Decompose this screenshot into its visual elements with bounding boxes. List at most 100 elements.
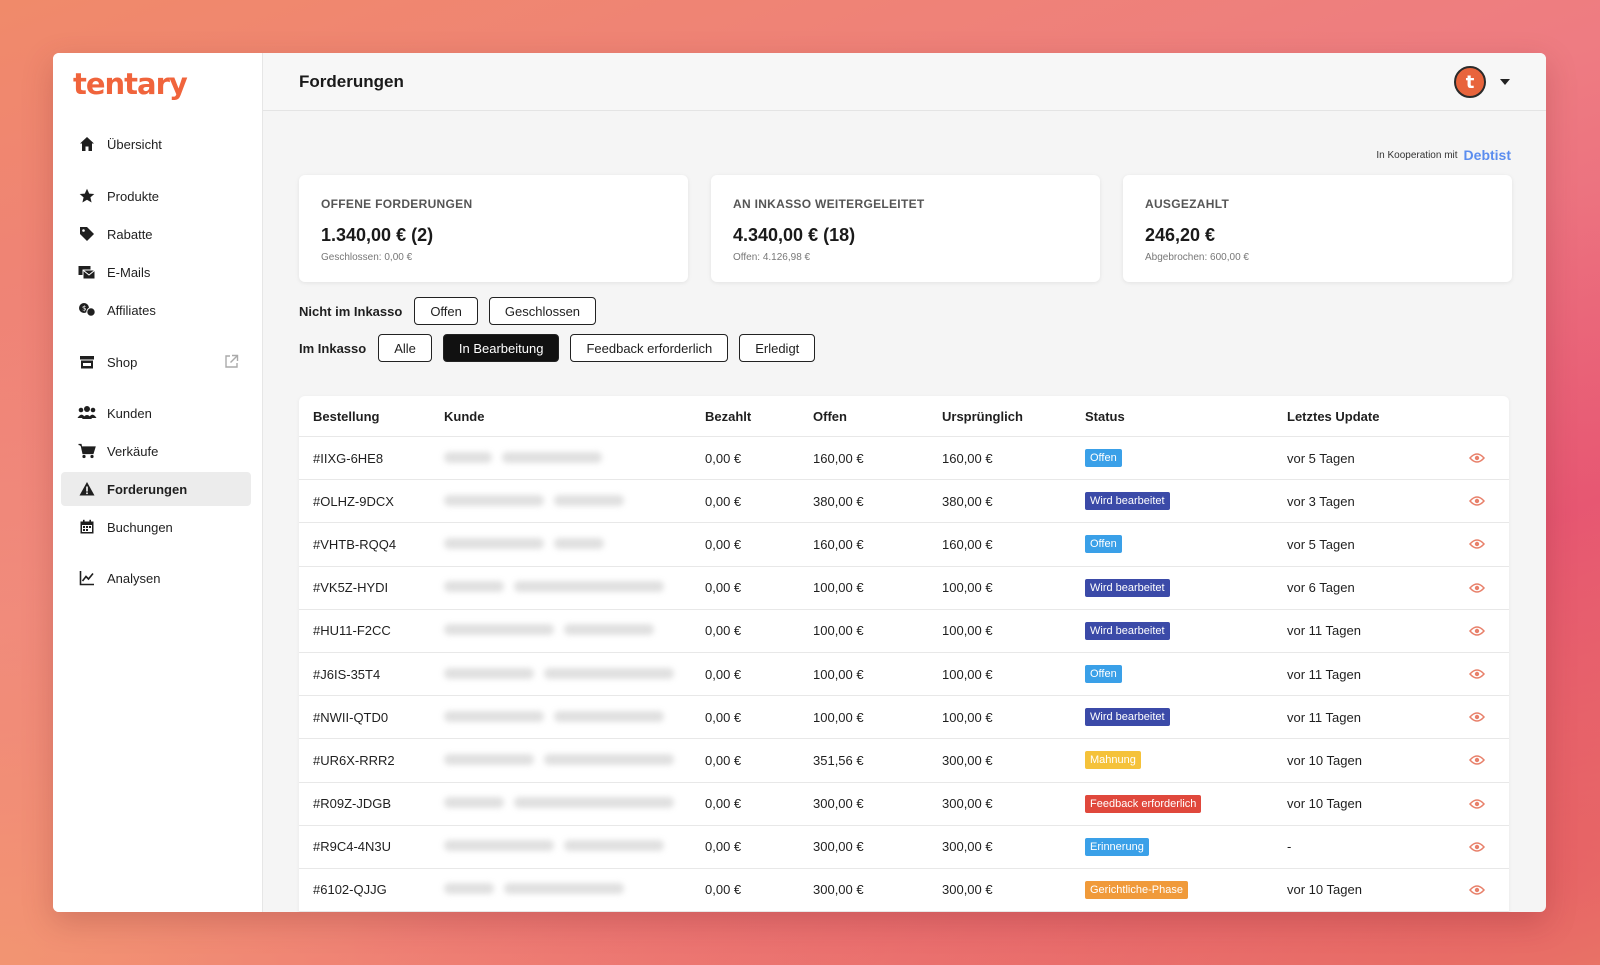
card-value: 246,20 €	[1145, 225, 1216, 245]
status-badge: Wird bearbeitet	[1085, 578, 1170, 597]
order-id[interactable]: #J6IS-35T4	[299, 667, 444, 682]
table-row[interactable]: #J6IS-35T4 0,00 € 100,00 € 100,00 € Offen vor…	[299, 653, 1509, 697]
card-subtext: Abgebrochen: 600,00 €	[1145, 252, 1249, 263]
sidebar-item-analysen[interactable]: Analysen	[61, 561, 251, 595]
table-row[interactable]: #HU11-F2CC 0,00 € 100,00 € 100,00 € Wird bea…	[299, 610, 1509, 653]
column-header[interactable]: Letztes Update	[1287, 409, 1447, 424]
card-paid-out: AUSGEZAHLT 246,20 € Abgebrochen: 600,00 …	[1123, 175, 1512, 282]
eye-icon[interactable]	[1447, 625, 1507, 637]
app-window: tentary Übersicht Produkte Rabatte E-Mai…	[53, 53, 1546, 912]
last-update: vor 10 Tagen	[1287, 752, 1362, 768]
external-link-icon[interactable]	[224, 354, 239, 372]
home-icon	[67, 136, 107, 152]
table-row[interactable]: #VHTB-RQQ4 0,00 € 160,00 € 160,00 € Offen vor…	[299, 523, 1509, 567]
last-update: vor 5 Tagen	[1287, 536, 1355, 552]
filter-chip-in-bearbeitung[interactable]: In Bearbeitung	[442, 334, 560, 362]
status-badge: Offen	[1085, 665, 1122, 684]
order-id[interactable]: #VK5Z-HYDI	[299, 580, 444, 595]
sidebar-item-shop[interactable]: Shop	[61, 345, 251, 379]
sidebar-item-buchungen[interactable]: Buchungen	[61, 510, 251, 544]
cart-icon	[67, 443, 107, 459]
column-header[interactable]: Bestellung	[299, 409, 444, 424]
filter-chip-feedback-erforderlich[interactable]: Feedback erforderlich	[570, 334, 729, 362]
eye-icon[interactable]	[1447, 538, 1507, 550]
order-id[interactable]: #R9C4-4N3U	[299, 839, 444, 854]
eye-icon[interactable]	[1447, 798, 1507, 810]
warning-icon	[67, 481, 107, 497]
table-row[interactable]: #R9C4-4N3U 0,00 € 300,00 € 300,00 € Erinneru…	[299, 826, 1509, 869]
column-header[interactable]: Ursprünglich	[942, 409, 1085, 424]
eye-icon[interactable]	[1447, 582, 1507, 594]
paid-amount: 0,00 €	[705, 623, 742, 639]
open-amount: 300,00 €	[813, 839, 864, 855]
tentary-logo[interactable]: tentary	[73, 67, 188, 101]
filter-chip-geschlossen[interactable]: Geschlossen	[488, 297, 597, 325]
table-row[interactable]: #6102-QJJG 0,00 € 300,00 € 300,00 € Gerichtl…	[299, 869, 1509, 912]
table-row[interactable]: #UR6X-RRR2 0,00 € 351,56 € 300,00 € Mahnung v…	[299, 739, 1509, 783]
order-id[interactable]: #IIXG-6HE8	[299, 451, 444, 466]
customer-redacted	[444, 882, 705, 897]
chevron-down-icon[interactable]	[1500, 79, 1510, 85]
order-id[interactable]: #UR6X-RRR2	[299, 753, 444, 768]
paid-amount: 0,00 €	[705, 666, 742, 682]
filter-chip-erledigt[interactable]: Erledigt	[739, 334, 816, 362]
card-value: 4.340,00 € (18)	[733, 225, 856, 245]
avatar[interactable]: t	[1454, 66, 1486, 98]
eye-icon[interactable]	[1447, 668, 1507, 680]
table-row[interactable]: #IIXG-6HE8 0,00 € 160,00 € 160,00 € Offen vor…	[299, 437, 1509, 481]
cooperation-note: In Kooperation mit Debtist	[1376, 147, 1511, 163]
original-amount: 160,00 €	[942, 450, 993, 466]
column-header[interactable]: Bezahlt	[705, 409, 813, 424]
filter-label: Nicht im Inkasso	[299, 303, 403, 319]
sidebar-item-emails[interactable]: E-Mails	[61, 255, 251, 289]
affiliates-icon: $	[67, 302, 107, 318]
sidebar-item-forderungen[interactable]: Forderungen	[61, 472, 251, 506]
order-id[interactable]: #6102-QJJG	[299, 882, 444, 897]
status-badge: Offen	[1085, 449, 1122, 468]
sidebar-item-produkte[interactable]: Produkte	[61, 179, 251, 213]
sidebar-item-label: Produkte	[107, 188, 160, 204]
mail-icon	[67, 264, 107, 280]
eye-icon[interactable]	[1447, 711, 1507, 723]
sidebar-item-label: Kunden	[107, 405, 152, 421]
card-subtext: Geschlossen: 0,00 €	[321, 252, 413, 263]
filter-collection: Im Inkasso Alle In Bearbeitung Feedback …	[299, 334, 826, 362]
eye-icon[interactable]	[1447, 452, 1507, 464]
sidebar-item-uebersicht[interactable]: Übersicht	[61, 127, 251, 161]
original-amount: 300,00 €	[942, 796, 993, 812]
sidebar-item-label: Buchungen	[107, 519, 173, 535]
table-row[interactable]: #OLHZ-9DCX 0,00 € 380,00 € 380,00 € Wird bea…	[299, 480, 1509, 524]
eye-icon[interactable]	[1447, 841, 1507, 853]
sidebar-item-kunden[interactable]: Kunden	[61, 396, 251, 430]
column-header[interactable]: Status	[1085, 409, 1287, 424]
column-header[interactable]: Kunde	[444, 409, 705, 424]
order-id[interactable]: #OLHZ-9DCX	[299, 494, 444, 509]
order-id[interactable]: #NWII-QTD0	[299, 710, 444, 725]
debtist-logo[interactable]: Debtist	[1464, 147, 1511, 163]
table-row[interactable]: #VK5Z-HYDI 0,00 € 100,00 € 100,00 € Wird bea…	[299, 567, 1509, 610]
sidebar-item-rabatte[interactable]: Rabatte	[61, 217, 251, 251]
calendar-icon	[67, 519, 107, 535]
order-id[interactable]: #VHTB-RQQ4	[299, 537, 444, 552]
table-row[interactable]: #NWII-QTD0 0,00 € 100,00 € 100,00 € Wird bea…	[299, 696, 1509, 740]
sidebar-item-label: E-Mails	[107, 264, 151, 280]
customer-redacted	[444, 451, 705, 466]
sidebar-item-verkaeufe[interactable]: Verkäufe	[61, 434, 251, 468]
column-header[interactable]: Offen	[813, 409, 942, 424]
filter-chip-offen[interactable]: Offen	[414, 297, 478, 325]
filter-chip-alle[interactable]: Alle	[378, 334, 432, 362]
table-header: Bestellung Kunde Bezahlt Offen Ursprüngl…	[299, 396, 1509, 437]
sidebar-item-affiliates[interactable]: $ Affiliates	[61, 293, 251, 327]
status-badge: Mahnung	[1085, 751, 1141, 770]
eye-icon[interactable]	[1447, 754, 1507, 766]
paid-amount: 0,00 €	[705, 796, 742, 812]
paid-amount: 0,00 €	[705, 752, 742, 768]
order-id[interactable]: #HU11-F2CC	[299, 623, 444, 638]
order-id[interactable]: #R09Z-JDGB	[299, 796, 444, 811]
table-row[interactable]: #R09Z-JDGB 0,00 € 300,00 € 300,00 € Feedback…	[299, 783, 1509, 826]
open-amount: 351,56 €	[813, 752, 864, 768]
eye-icon[interactable]	[1447, 495, 1507, 507]
eye-icon[interactable]	[1447, 884, 1507, 896]
card-title: AN INKASSO WEITERGELEITET	[733, 197, 925, 211]
open-amount: 100,00 €	[813, 580, 864, 596]
